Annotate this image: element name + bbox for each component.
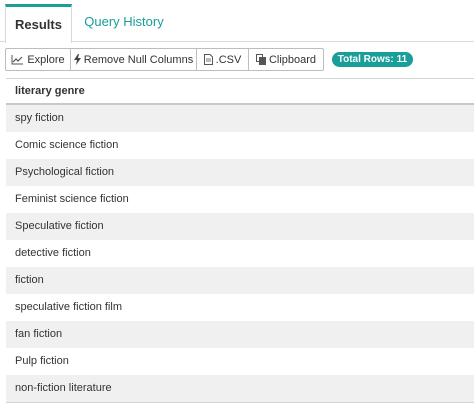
results-tabbar: Results Query History	[0, 0, 474, 43]
csv-label: .CSV	[215, 53, 242, 66]
clipboard-icon	[255, 54, 266, 65]
table-bottom-border	[6, 402, 474, 403]
total-rows-badge: Total Rows: 11	[332, 52, 413, 67]
table-row: fiction	[6, 267, 474, 294]
table-row: Speculative fiction	[6, 213, 474, 240]
total-rows-count: 11	[396, 54, 408, 65]
column-header-literary-genre[interactable]: literary genre	[6, 78, 474, 105]
table-row: Psychological fiction	[6, 159, 474, 186]
chart-line-icon	[11, 54, 24, 65]
table-row: Feminist science fiction	[6, 186, 474, 213]
total-rows-label: Total Rows:	[337, 54, 394, 65]
remove-null-label: Remove Null Columns	[83, 53, 194, 66]
table-row: Pulp fiction	[6, 348, 474, 375]
table-row: Comic science fiction	[6, 132, 474, 159]
table-row: speculative fiction film	[6, 294, 474, 321]
table-row: detective fiction	[6, 240, 474, 267]
table-row: spy fiction	[6, 105, 474, 132]
table-row: non-fiction literature	[6, 375, 474, 402]
bolt-icon	[73, 54, 81, 65]
table-row: fan fiction	[6, 321, 474, 348]
explore-label: Explore	[27, 53, 65, 66]
remove-null-columns-button[interactable]: Remove Null Columns	[71, 48, 197, 71]
results-table-body: spy fiction Comic science fiction Psycho…	[6, 105, 474, 402]
explore-button[interactable]: Explore	[5, 48, 71, 71]
tab-query-history[interactable]: Query History	[76, 4, 172, 42]
clipboard-button[interactable]: Clipboard	[249, 48, 324, 71]
clipboard-label: Clipboard	[268, 53, 317, 66]
csv-export-button[interactable]: .CSV	[197, 48, 249, 71]
results-table: literary genre spy fiction Comic science…	[6, 78, 474, 403]
file-icon	[203, 54, 213, 65]
tab-results[interactable]: Results	[5, 4, 72, 43]
